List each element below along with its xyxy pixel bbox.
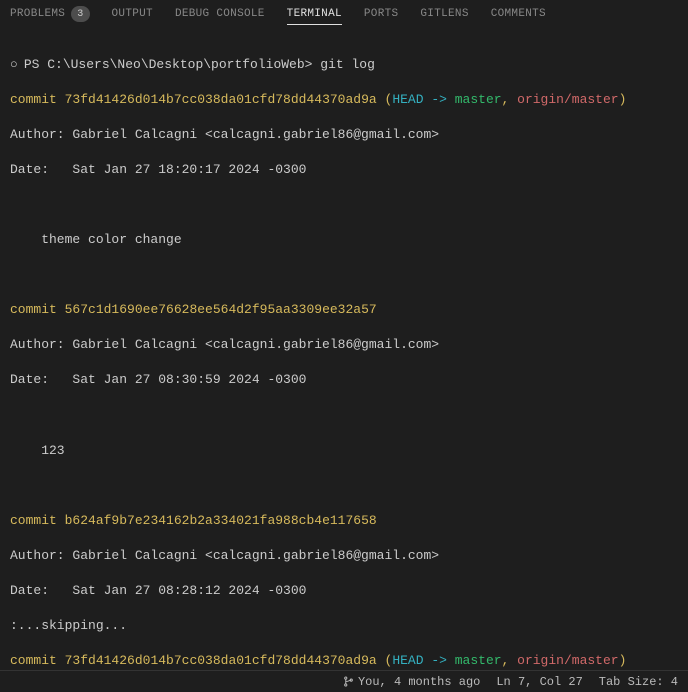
tab-comments[interactable]: COMMENTS <box>491 8 546 25</box>
head-branch: master <box>455 653 502 668</box>
commit-word: commit <box>10 92 57 107</box>
commit-word: commit <box>10 653 57 668</box>
author-line: Author: Gabriel Calcagni <calcagni.gabri… <box>10 336 678 354</box>
terminal-output[interactable]: ○ PS C:\Users\Neo\Desktop\portfolioWeb> g… <box>0 32 688 670</box>
tab-gitlens[interactable]: GITLENS <box>420 8 468 25</box>
author-line: Author: Gabriel Calcagni <calcagni.gabri… <box>10 126 678 144</box>
status-tabsize-text: Tab Size: 4 <box>599 675 678 689</box>
prompt-caret-icon: ○ <box>10 56 18 74</box>
tab-terminal[interactable]: TERMINAL <box>287 8 342 25</box>
commit-hash: b624af9b7e234162b2a334021fa988cb4e117658 <box>65 513 377 528</box>
tab-debug-console[interactable]: DEBUG CONSOLE <box>175 8 265 25</box>
remote-branch: origin/master <box>517 653 618 668</box>
head-sep: , <box>502 92 518 107</box>
command-text: git log <box>320 56 375 74</box>
remote-branch: origin/master <box>517 92 618 107</box>
tab-problems-label: PROBLEMS <box>10 8 65 20</box>
commit-message: theme color change <box>10 231 678 249</box>
head-branch: master <box>455 92 502 107</box>
date-line: Date: Sat Jan 27 18:20:17 2024 -0300 <box>10 161 678 179</box>
head-label: HEAD -> <box>392 653 454 668</box>
skipping-line: :...skipping... <box>10 617 678 635</box>
paren-close: ) <box>619 653 627 668</box>
prompt-line: ○ PS C:\Users\Neo\Desktop\portfolioWeb> g… <box>10 56 678 74</box>
head-sep: , <box>502 653 518 668</box>
head-label: HEAD -> <box>392 92 454 107</box>
commit-hash: 73fd41426d014b7cc038da01cfd78dd44370ad9a <box>65 653 377 668</box>
status-cursor[interactable]: Ln 7, Col 27 <box>496 675 582 689</box>
paren-close: ) <box>619 92 627 107</box>
source-control-icon <box>343 676 354 687</box>
author-line: Author: Gabriel Calcagni <calcagni.gabri… <box>10 547 678 565</box>
commit-hash: 567c1d1690ee76628ee564d2f95aa3309ee32a57 <box>65 302 377 317</box>
tab-ports[interactable]: PORTS <box>364 8 399 25</box>
date-line: Date: Sat Jan 27 08:28:12 2024 -0300 <box>10 582 678 600</box>
status-blame[interactable]: You, 4 months ago <box>343 675 480 689</box>
commit-message: 123 <box>10 442 678 460</box>
status-cursor-text: Ln 7, Col 27 <box>496 675 582 689</box>
commit-word: commit <box>10 513 57 528</box>
problems-badge: 3 <box>71 6 89 22</box>
commit-word: commit <box>10 302 57 317</box>
panel-tabs: PROBLEMS 3 OUTPUT DEBUG CONSOLE TERMINAL… <box>0 0 688 32</box>
status-bar: You, 4 months ago Ln 7, Col 27 Tab Size:… <box>0 670 688 692</box>
status-tabsize[interactable]: Tab Size: 4 <box>599 675 678 689</box>
status-blame-text: You, 4 months ago <box>358 675 480 689</box>
date-line: Date: Sat Jan 27 08:30:59 2024 -0300 <box>10 371 678 389</box>
prompt-path: PS C:\Users\Neo\Desktop\portfolioWeb> <box>24 56 313 74</box>
tab-output[interactable]: OUTPUT <box>112 8 153 25</box>
commit-hash: 73fd41426d014b7cc038da01cfd78dd44370ad9a <box>65 92 377 107</box>
tab-problems[interactable]: PROBLEMS 3 <box>10 6 90 27</box>
